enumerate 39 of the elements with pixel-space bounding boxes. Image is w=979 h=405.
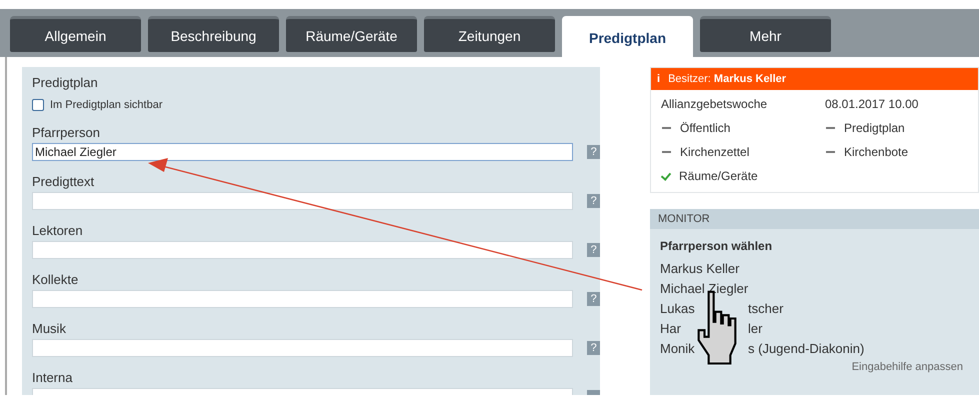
tab[interactable]: Predigtplan bbox=[562, 16, 693, 57]
person-name[interactable]: tscher bbox=[748, 299, 784, 319]
panel-header: MONITOR bbox=[650, 209, 979, 229]
tab[interactable]: Räume/Geräte bbox=[286, 16, 417, 52]
field-label: Interna bbox=[32, 370, 74, 385]
field-label: Predigttext bbox=[32, 174, 96, 189]
section-title: Predigtplan bbox=[32, 75, 99, 90]
checkbox[interactable] bbox=[32, 99, 44, 111]
field-label: Kollekte bbox=[32, 272, 80, 287]
input-field[interactable] bbox=[32, 192, 574, 210]
tab[interactable]: Beschreibung bbox=[148, 16, 279, 52]
event-date: 08.01.2017 10.00 bbox=[825, 97, 920, 111]
status-label: Kirchenbote bbox=[844, 145, 908, 159]
person-name[interactable]: Markus Keller bbox=[660, 259, 740, 279]
field-label: Musik bbox=[32, 321, 67, 336]
checkbox-label: Im Predigtplan sichtbar bbox=[50, 99, 162, 111]
person-name[interactable]: Har bbox=[660, 319, 748, 339]
status-label: Öffentlich bbox=[680, 121, 730, 135]
status-label: Predigtplan bbox=[844, 121, 905, 135]
event-name: Allianzgebetswoche bbox=[661, 97, 768, 111]
tab[interactable]: Allgemein bbox=[10, 16, 141, 52]
settings-link[interactable]: Eingabehilfe anpassen bbox=[852, 361, 963, 373]
status-label: Räume/Geräte bbox=[679, 169, 758, 183]
status-label: Kirchenzettel bbox=[680, 145, 750, 159]
input-field[interactable]: Michael Ziegler bbox=[32, 143, 574, 161]
person-name[interactable]: Lukas bbox=[660, 299, 748, 319]
person-name[interactable]: ler bbox=[748, 319, 762, 339]
input-field[interactable] bbox=[32, 290, 574, 308]
owner-text: Besitzer: Markus Keller bbox=[668, 73, 786, 85]
input-field[interactable] bbox=[32, 339, 574, 357]
info-icon: i bbox=[657, 73, 660, 85]
field-label: Pfarrperson bbox=[32, 125, 101, 140]
list-heading: Pfarrperson wählen bbox=[660, 239, 774, 253]
tab[interactable]: Mehr bbox=[700, 16, 831, 52]
field-label: Lektoren bbox=[32, 223, 84, 238]
input-field[interactable] bbox=[32, 241, 574, 259]
person-name[interactable]: s (Jugend-Diakonin) bbox=[748, 339, 864, 359]
person-name[interactable]: Monik bbox=[660, 339, 748, 359]
tab[interactable]: Zeitungen bbox=[424, 16, 555, 52]
